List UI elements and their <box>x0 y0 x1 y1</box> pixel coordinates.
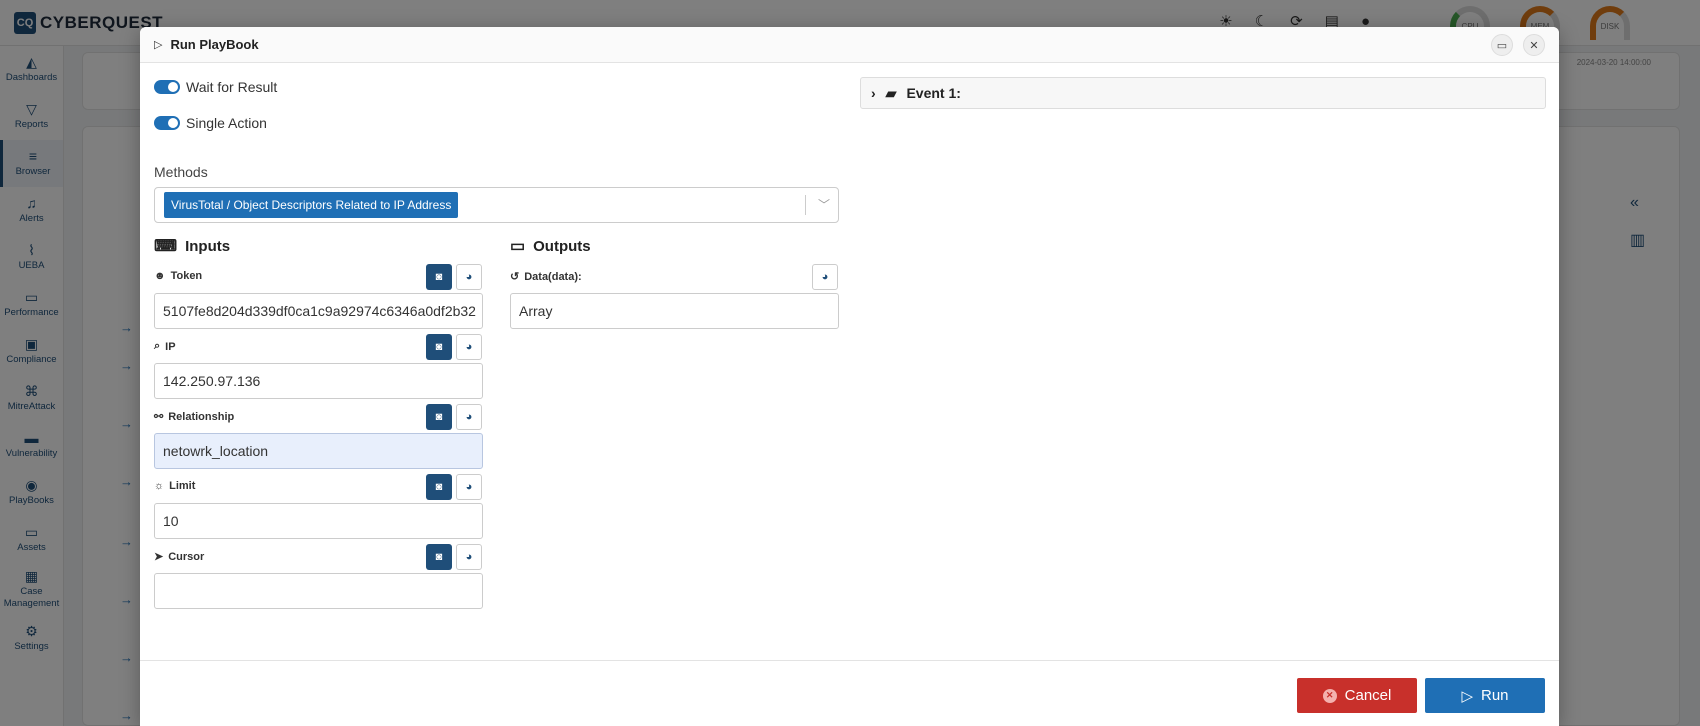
run-button[interactable]: ▷ Run <box>1425 678 1545 713</box>
modal-footer: ✕ Cancel ▷ Run <box>140 660 1559 726</box>
cursor-input[interactable] <box>154 573 483 609</box>
play-icon: ▷ <box>1461 687 1473 705</box>
inputs-section-title: ⌨ Inputs <box>154 236 230 256</box>
variable-button[interactable]: ◕ <box>456 264 482 290</box>
event-accordion[interactable]: › ▰ Event 1: <box>860 77 1546 109</box>
select-separator <box>805 195 806 215</box>
camera-button[interactable]: ◙ <box>426 474 452 500</box>
single-action-label: Single Action <box>186 115 267 131</box>
search-icon: ⌕ <box>154 340 161 352</box>
variable-button[interactable]: ◕ <box>456 404 482 430</box>
camera-button[interactable]: ◙ <box>426 264 452 290</box>
variable-icon: ◕ <box>465 551 473 563</box>
ip-label-text: IP <box>165 340 176 353</box>
variable-icon: ◕ <box>465 481 473 493</box>
sun-icon: ☼ <box>154 480 165 492</box>
monitor-icon: ▭ <box>510 238 526 255</box>
methods-select[interactable]: VirusTotal / Object Descriptors Related … <box>154 187 839 223</box>
camera-icon: ◙ <box>435 481 443 493</box>
modal-title: Run PlayBook <box>170 37 259 52</box>
token-input[interactable]: 5107fe8d204d339df0ca1c9a92974c6346a0df2b… <box>154 293 483 329</box>
output-data-input[interactable]: Array <box>510 293 839 329</box>
variable-button[interactable]: ◕ <box>456 544 482 570</box>
maximize-button[interactable]: ▭ <box>1491 34 1513 56</box>
token-label-text: Token <box>170 270 203 282</box>
variable-button[interactable]: ◕ <box>812 264 838 290</box>
run-playbook-modal: ▷ Run PlayBook ▭ ✕ Wait for Result Singl… <box>140 27 1559 726</box>
run-label: Run <box>1481 687 1509 704</box>
ip-input[interactable]: 142.250.97.136 <box>154 363 483 399</box>
methods-label: Methods <box>154 164 208 180</box>
event-label: Event 1: <box>906 85 961 101</box>
camera-icon: ◙ <box>435 341 443 353</box>
link-icon: ↺ <box>510 271 520 283</box>
wait-for-result-label: Wait for Result <box>186 79 278 95</box>
limit-label-text: Limit <box>169 480 196 492</box>
cancel-icon: ✕ <box>1322 688 1337 703</box>
variable-icon: ◕ <box>465 271 473 283</box>
token-label: ☻ Token <box>154 270 202 282</box>
camera-icon: ◙ <box>435 411 443 423</box>
cancel-label: Cancel <box>1344 687 1392 704</box>
method-chip[interactable]: VirusTotal / Object Descriptors Related … <box>164 192 459 218</box>
wait-for-result-row: Wait for Result <box>154 79 277 95</box>
variable-icon: ◕ <box>821 271 829 283</box>
outputs-title: Outputs <box>533 237 591 255</box>
output-data-label: ↺ Data(data): <box>510 270 582 284</box>
cursor-icon: ➤ <box>154 551 164 563</box>
output-data-label-text: Data(data): <box>524 270 582 283</box>
single-action-row: Single Action <box>154 115 267 131</box>
limit-input[interactable]: 10 <box>154 503 483 539</box>
handshake-icon: ⚯ <box>154 411 164 423</box>
cursor-label-text: Cursor <box>168 550 205 563</box>
cursor-label: ➤ Cursor <box>154 550 205 564</box>
relationship-label: ⚯ Relationship <box>154 410 235 424</box>
close-button[interactable]: ✕ <box>1523 34 1545 56</box>
camera-icon: ◙ <box>435 551 443 563</box>
relationship-input[interactable]: netowrk_location <box>154 433 483 469</box>
ip-label: ⌕ IP <box>154 340 176 353</box>
inputs-title: Inputs <box>185 237 231 255</box>
keyboard-icon: ⌨ <box>154 238 178 255</box>
single-action-toggle[interactable] <box>154 116 180 130</box>
user-icon: ☻ <box>154 270 166 282</box>
outputs-section-title: ▭ Outputs <box>510 236 591 256</box>
close-icon: ✕ <box>1529 39 1539 52</box>
modal-header: ▷ Run PlayBook ▭ ✕ <box>140 27 1559 63</box>
play-icon: ▷ <box>154 39 163 51</box>
camera-button[interactable]: ◙ <box>426 404 452 430</box>
variable-button[interactable]: ◕ <box>456 474 482 500</box>
maximize-icon: ▭ <box>1496 39 1508 52</box>
camera-button[interactable]: ◙ <box>426 544 452 570</box>
variable-icon: ◕ <box>465 411 473 423</box>
variable-button[interactable]: ◕ <box>456 334 482 360</box>
relationship-label-text: Relationship <box>168 410 235 423</box>
chevron-down-icon[interactable]: ﹀ <box>818 196 830 213</box>
cancel-button[interactable]: ✕ Cancel <box>1297 678 1417 713</box>
variable-icon: ◕ <box>465 341 473 353</box>
camera-button[interactable]: ◙ <box>426 334 452 360</box>
folder-icon: ▰ <box>885 84 897 101</box>
limit-label: ☼ Limit <box>154 480 195 492</box>
chevron-right-icon: › <box>871 85 876 101</box>
camera-icon: ◙ <box>435 271 443 283</box>
wait-for-result-toggle[interactable] <box>154 80 180 94</box>
